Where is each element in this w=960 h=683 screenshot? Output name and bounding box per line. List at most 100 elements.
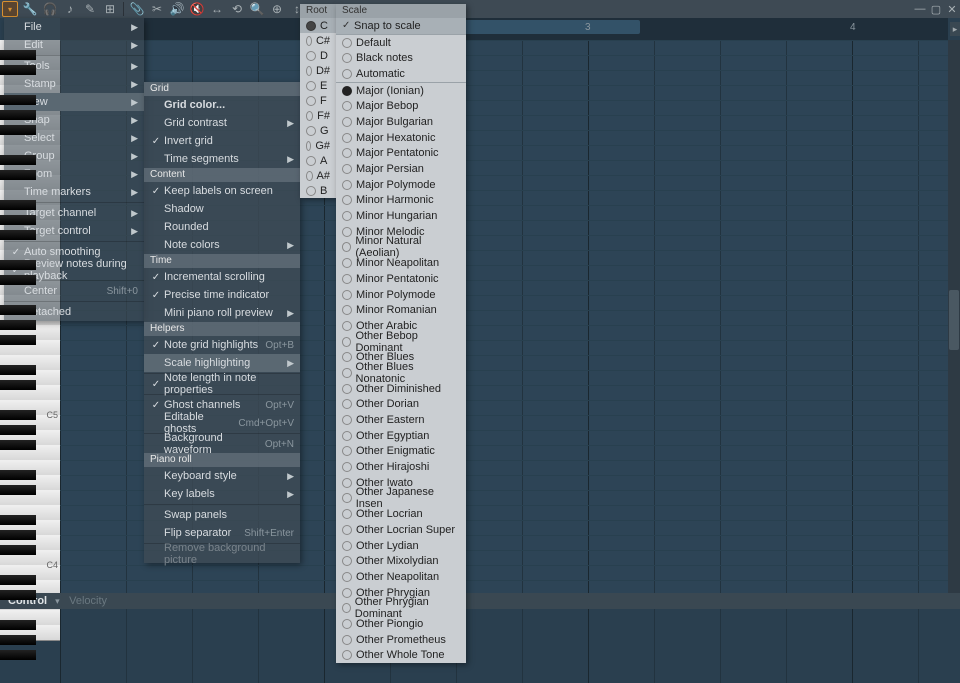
menu-item[interactable]: Keyboard style▶ bbox=[144, 467, 300, 485]
tool-icon-hzoom[interactable]: ↔ bbox=[209, 1, 225, 17]
scale-item[interactable]: Other Egyptian bbox=[336, 428, 466, 444]
root-note-item[interactable]: E bbox=[300, 78, 336, 93]
scale-item[interactable]: Other Mixolydian bbox=[336, 553, 466, 569]
menu-item[interactable]: Key labels▶ bbox=[144, 485, 300, 503]
tool-icon-search[interactable]: 🔍 bbox=[249, 1, 265, 17]
maximize-button[interactable]: ▢ bbox=[928, 1, 944, 17]
tool-icon-mute[interactable]: 🔇 bbox=[189, 1, 205, 17]
menu-item[interactable]: Time markers▶ bbox=[4, 183, 144, 201]
velocity-pane[interactable] bbox=[60, 609, 948, 683]
scale-item[interactable]: Major Pentatonic bbox=[336, 146, 466, 162]
scale-item[interactable]: Minor Neapolitan bbox=[336, 255, 466, 271]
scale-item[interactable]: Other Blues Nonatonic bbox=[336, 365, 466, 381]
scale-item[interactable]: Other Piongio bbox=[336, 616, 466, 632]
scale-item[interactable]: Minor Hungarian bbox=[336, 208, 466, 224]
menu-item[interactable]: Stamp▶ bbox=[4, 75, 144, 93]
root-note-item[interactable]: G bbox=[300, 123, 336, 138]
scale-item[interactable]: Other Diminished bbox=[336, 381, 466, 397]
menu-item[interactable]: File▶ bbox=[4, 18, 144, 36]
menu-item[interactable]: Shadow bbox=[144, 200, 300, 218]
scale-item[interactable]: Major Polymode bbox=[336, 177, 466, 193]
scale-item[interactable]: Other Locrian bbox=[336, 506, 466, 522]
scale-item[interactable]: Minor Pentatonic bbox=[336, 271, 466, 287]
scale-item[interactable]: Other Bebop Dominant bbox=[336, 334, 466, 350]
scale-item[interactable]: Major Bulgarian bbox=[336, 114, 466, 130]
scale-item[interactable]: Other Lydian bbox=[336, 538, 466, 554]
scale-item[interactable]: Default bbox=[336, 35, 466, 51]
menu-item[interactable]: ✓Keep labels on screen bbox=[144, 182, 300, 200]
ruler-marker[interactable] bbox=[440, 20, 640, 34]
root-note-item[interactable]: G# bbox=[300, 138, 336, 153]
root-note-item[interactable]: A# bbox=[300, 168, 336, 183]
menu-item[interactable]: Time segments▶ bbox=[144, 150, 300, 168]
menu-item[interactable]: Mini piano roll preview▶ bbox=[144, 304, 300, 322]
menu-item[interactable]: Flip separatorShift+Enter bbox=[144, 524, 300, 542]
control-dropdown-icon[interactable]: ▾ bbox=[55, 596, 65, 607]
tool-icon-wrench[interactable]: 🔧 bbox=[22, 1, 38, 17]
scale-item[interactable]: Other Whole Tone bbox=[336, 648, 466, 664]
tool-icon-clip[interactable]: 📎 bbox=[129, 1, 145, 17]
menu-item[interactable]: Editable ghostsCmd+Opt+V bbox=[144, 414, 300, 432]
scale-item[interactable]: Major Bebop bbox=[336, 98, 466, 114]
scale-item[interactable]: Major Persian bbox=[336, 161, 466, 177]
tool-icon-grid[interactable]: ⊞ bbox=[102, 1, 118, 17]
menu-item[interactable]: ✓Invert grid bbox=[144, 132, 300, 150]
scale-menu[interactable]: Scale✓Snap to scaleDefaultBlack notesAut… bbox=[336, 4, 466, 663]
tool-icon-cut[interactable]: ✂ bbox=[149, 1, 165, 17]
tool-icon-undo[interactable]: ⟲ bbox=[229, 1, 245, 17]
menu-item[interactable]: Remove background picture bbox=[144, 545, 300, 563]
menu-item[interactable]: Scale highlighting▶ bbox=[144, 354, 300, 372]
vertical-scrollbar[interactable] bbox=[948, 40, 960, 593]
scale-item[interactable]: Black notes bbox=[336, 50, 466, 66]
menu-item[interactable]: Swap panels bbox=[144, 506, 300, 524]
root-note-item[interactable]: A bbox=[300, 153, 336, 168]
scale-item[interactable]: Other Japanese Insen bbox=[336, 491, 466, 507]
scale-item[interactable]: Minor Natural (Aeolian) bbox=[336, 240, 466, 256]
scale-item[interactable]: Other Prometheus bbox=[336, 632, 466, 648]
menu-item[interactable]: ✓Precise time indicator bbox=[144, 286, 300, 304]
snap-to-scale-item[interactable]: ✓Snap to scale bbox=[336, 18, 466, 34]
root-note-menu[interactable]: Root noteCC#DD#EFF#GG#AA#B bbox=[300, 4, 336, 198]
menu-item[interactable]: ✓Note grid highlightsOpt+B bbox=[144, 336, 300, 354]
menu-item[interactable]: ✓Note length in note properties bbox=[144, 375, 300, 393]
view-submenu[interactable]: GridGrid color...Grid contrast▶✓Invert g… bbox=[144, 82, 300, 563]
scale-item[interactable]: Other Dorian bbox=[336, 397, 466, 413]
menu-item[interactable]: Grid color... bbox=[144, 96, 300, 114]
timeline-ruler[interactable]: 3 4 bbox=[60, 18, 948, 40]
scale-item[interactable]: Major Hexatonic bbox=[336, 130, 466, 146]
root-note-item[interactable]: D bbox=[300, 48, 336, 63]
scroll-thumb[interactable] bbox=[949, 290, 959, 350]
scale-item[interactable]: Automatic bbox=[336, 66, 466, 82]
tool-icon-note[interactable]: ♪ bbox=[62, 1, 78, 17]
root-note-item[interactable]: C# bbox=[300, 33, 336, 48]
scale-item[interactable]: Other Enigmatic bbox=[336, 444, 466, 460]
close-button[interactable]: ✕ bbox=[944, 1, 960, 17]
scale-item[interactable]: Minor Harmonic bbox=[336, 193, 466, 209]
piano-roll-menu-button[interactable]: ▾ bbox=[2, 1, 18, 17]
menu-item[interactable]: Note colors▶ bbox=[144, 236, 300, 254]
menu-item[interactable]: Grid contrast▶ bbox=[144, 114, 300, 132]
scale-item[interactable]: Other Neapolitan bbox=[336, 569, 466, 585]
root-note-item[interactable]: C bbox=[300, 18, 336, 33]
scale-item[interactable]: Major (Ionian) bbox=[336, 83, 466, 99]
scale-item[interactable]: Minor Romanian bbox=[336, 302, 466, 318]
tool-icon-speaker[interactable]: 🔊 bbox=[169, 1, 185, 17]
tool-icon-pencil[interactable]: ✎ bbox=[82, 1, 98, 17]
control-mode-label[interactable]: Velocity bbox=[65, 595, 107, 607]
menu-item[interactable]: ✓Incremental scrolling bbox=[144, 268, 300, 286]
root-note-item[interactable]: D# bbox=[300, 63, 336, 78]
root-note-item[interactable]: F bbox=[300, 93, 336, 108]
scale-item[interactable]: Other Eastern bbox=[336, 412, 466, 428]
minimize-button[interactable]: — bbox=[912, 1, 928, 17]
scale-item[interactable]: Other Locrian Super bbox=[336, 522, 466, 538]
tool-icon-headphones[interactable]: 🎧 bbox=[42, 1, 58, 17]
menu-item[interactable]: Rounded bbox=[144, 218, 300, 236]
scale-item[interactable]: Other Hirajoshi bbox=[336, 459, 466, 475]
menu-item[interactable]: Background waveformOpt+N bbox=[144, 435, 300, 453]
scale-item[interactable]: Minor Polymode bbox=[336, 287, 466, 303]
root-note-item[interactable]: F# bbox=[300, 108, 336, 123]
ruler-expand-icon[interactable]: ▸ bbox=[950, 22, 960, 36]
scale-item[interactable]: Other Phrygian Dominant bbox=[336, 600, 466, 616]
tool-icon-zoomin[interactable]: ⊕ bbox=[269, 1, 285, 17]
root-note-item[interactable]: B bbox=[300, 183, 336, 198]
